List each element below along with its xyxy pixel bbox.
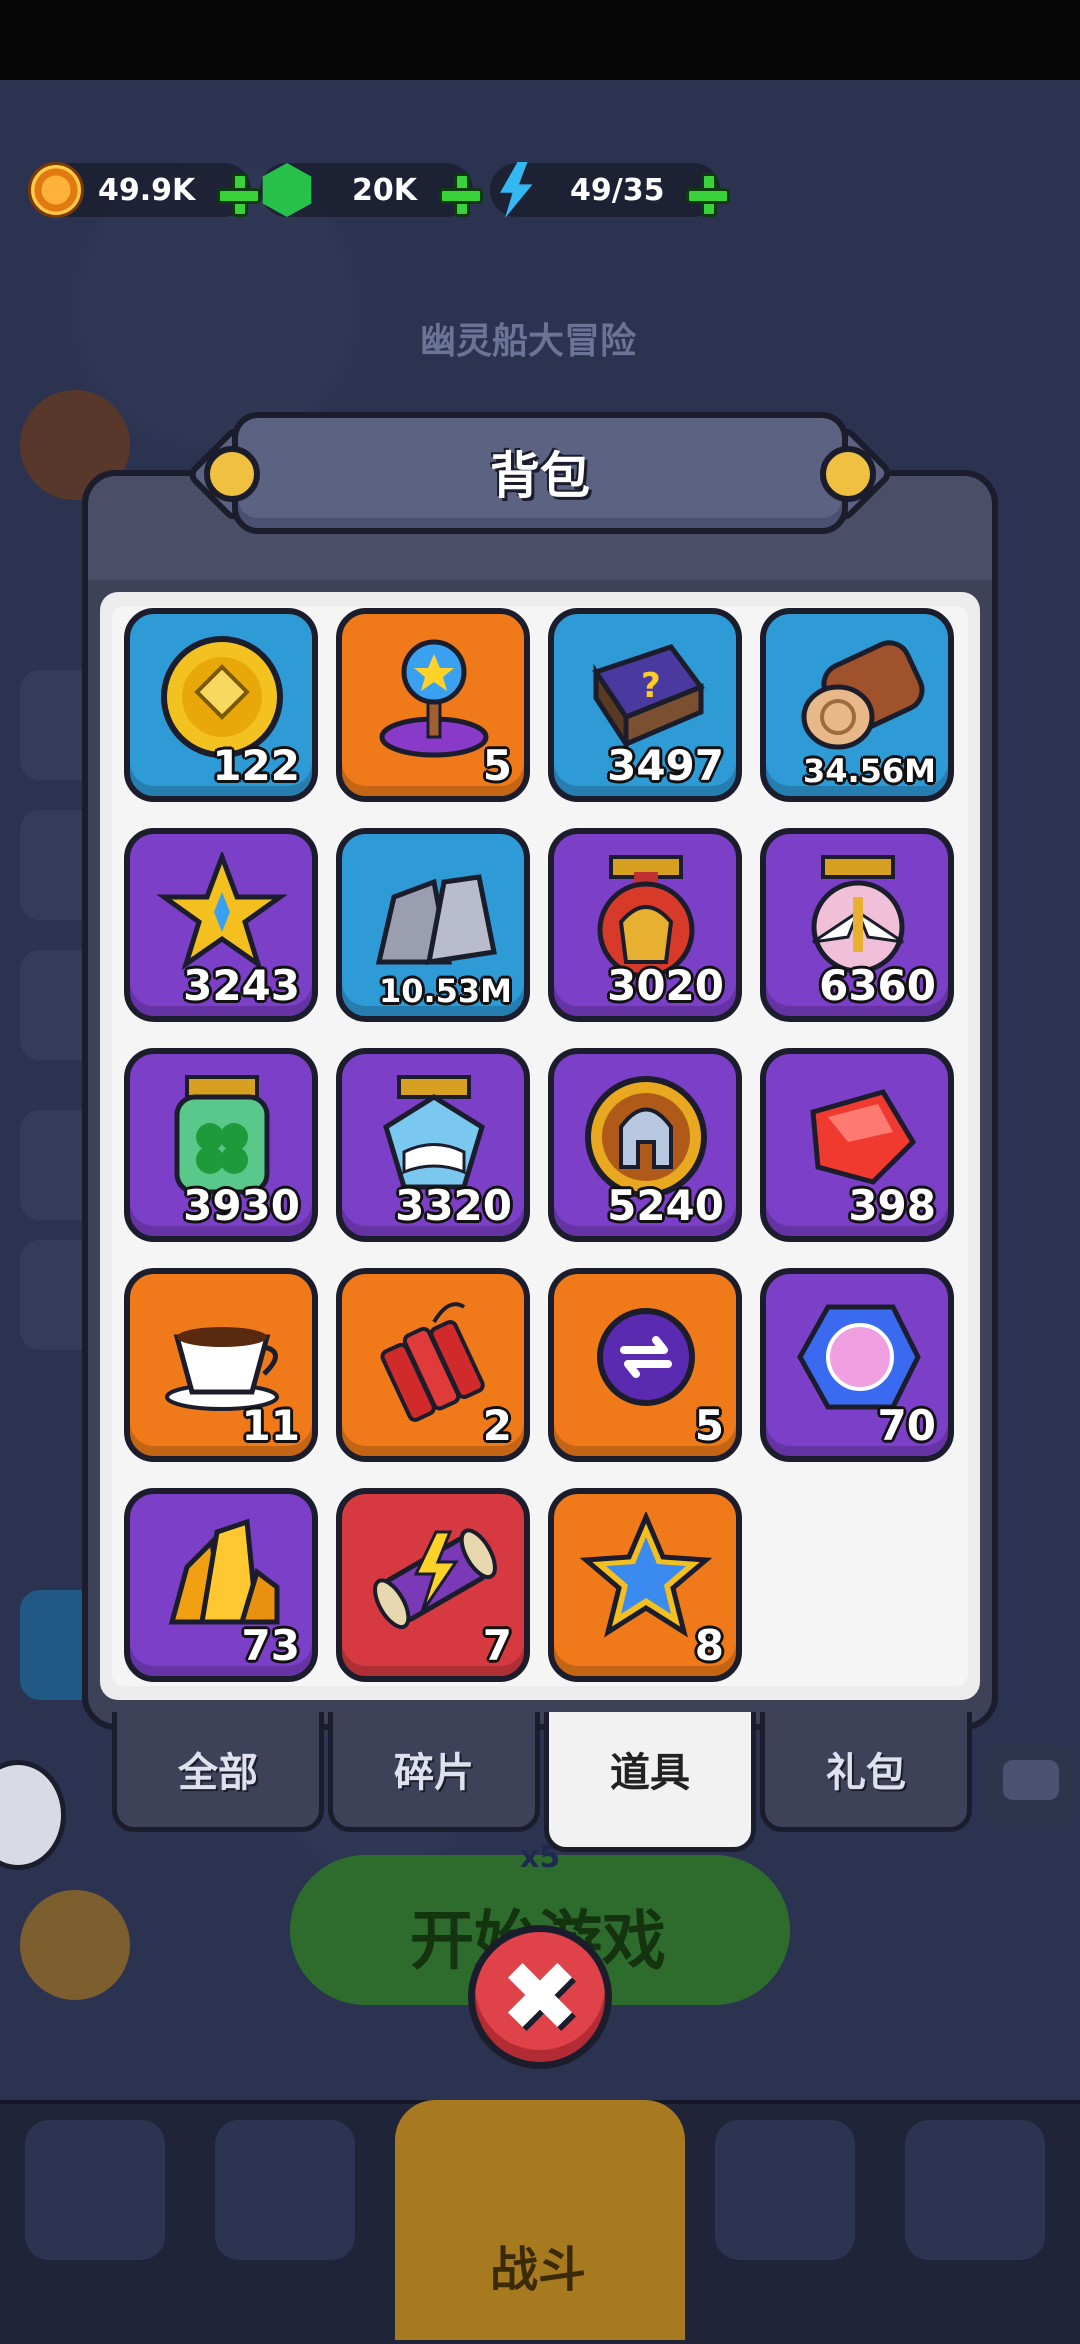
gold-coin-icon [28, 162, 84, 218]
item-count: 3320 [395, 1181, 512, 1230]
item-count: 5 [482, 741, 512, 790]
item-slot-dynamite[interactable]: 2 [336, 1268, 530, 1462]
item-count: 34.56M [802, 752, 936, 790]
item-slot-book-medal[interactable]: 3320 [336, 1048, 530, 1242]
gem-value: 20K [352, 172, 417, 208]
item-slot-wood-log[interactable]: 34.56M [760, 608, 954, 802]
tab-label: 道具 [610, 1750, 690, 1796]
modal-title: 背包 [490, 447, 590, 505]
item-count: 398 [848, 1181, 936, 1230]
item-count: 70 [877, 1401, 936, 1450]
item-slot-tea-cup[interactable]: 11 [124, 1268, 318, 1462]
add-gold-button[interactable] [215, 171, 262, 217]
add-energy-button[interactable] [684, 171, 731, 217]
tab-fragments[interactable]: 碎片 [328, 1712, 540, 1832]
item-count: 5240 [607, 1181, 724, 1230]
item-slot-spartan-medal[interactable]: 3020 [548, 828, 742, 1022]
item-slot-gold-token[interactable]: 122 [124, 608, 318, 802]
item-count: 10.53M [378, 972, 512, 1010]
stone-ore-icon [364, 852, 504, 982]
energy-display: 49/35 [490, 160, 731, 220]
nav-crown-icon [715, 2120, 855, 2260]
item-slot-stone-ore[interactable]: 10.53M [336, 828, 530, 1022]
energy-value: 49/35 [570, 172, 665, 208]
nav-sun-icon [25, 2120, 165, 2260]
item-slot-mystery-book[interactable]: ? 3497 [548, 608, 742, 802]
nav-fight-label: 战斗 [490, 2242, 587, 2298]
gem-display: 20K [260, 160, 483, 220]
item-slot-blue-star[interactable]: 8 [548, 1488, 742, 1682]
item-slot-angel-medal[interactable]: 6360 [760, 828, 954, 1022]
tab-label: 碎片 [394, 1750, 474, 1796]
item-count: 122 [212, 741, 300, 790]
item-slot-red-gem[interactable]: 398 [760, 1048, 954, 1242]
gold-value: 49.9K [98, 172, 196, 208]
nav-house-icon [905, 2120, 1045, 2260]
item-count: 73 [241, 1621, 300, 1670]
item-slot-crystal-orb[interactable]: 70 [760, 1268, 954, 1462]
side-dream-icon [20, 1890, 130, 2000]
item-count: 11 [241, 1401, 300, 1450]
add-gem-button[interactable] [437, 171, 483, 217]
tab-all[interactable]: 全部 [112, 1712, 324, 1832]
item-slot-helmet-coin[interactable]: 5240 [548, 1048, 742, 1242]
item-slot-clover-jar[interactable]: 3930 [124, 1048, 318, 1242]
nav-fight-tab [395, 2100, 685, 2340]
tab-gift-packs[interactable]: 礼包 [760, 1712, 972, 1832]
item-count: 6360 [819, 961, 936, 1010]
item-slot-refresh-token[interactable]: 5 [548, 1268, 742, 1462]
item-slot-gold-crystal[interactable]: 73 [124, 1488, 318, 1682]
item-slot-star-pin[interactable]: 5 [336, 608, 530, 802]
nav-knight-icon [215, 2120, 355, 2260]
gold-display: 49.9K [28, 160, 262, 220]
item-count: 5 [694, 1401, 724, 1450]
tab-items[interactable]: 道具 [544, 1712, 756, 1852]
tab-label: 礼包 [826, 1750, 906, 1796]
item-count: 8 [694, 1621, 724, 1670]
wood-log-icon [788, 632, 928, 762]
item-count: 2 [482, 1401, 512, 1450]
item-count: 7 [482, 1621, 512, 1670]
item-slot-star-badge[interactable]: 3243 [124, 828, 318, 1022]
gem-pill: 20K [260, 163, 483, 217]
item-slot-lightning-scroll[interactable]: 7 [336, 1488, 530, 1682]
item-count: 3497 [607, 741, 724, 790]
item-count: 3930 [183, 1181, 300, 1230]
item-count: 3243 [183, 961, 300, 1010]
gem-icon [262, 163, 312, 217]
energy-bolt-icon [500, 162, 533, 218]
status-bar [0, 0, 1080, 80]
close-icon: ✖ [499, 1941, 581, 2053]
item-count: 3020 [607, 961, 724, 1010]
chat-icon [1003, 1760, 1059, 1800]
tab-label: 全部 [178, 1750, 258, 1796]
svg-text:?: ? [641, 666, 661, 706]
event-title: 幽灵船大冒险 [420, 321, 637, 362]
gold-pill: 49.9K [28, 162, 262, 218]
energy-pill: 49/35 [490, 162, 731, 218]
